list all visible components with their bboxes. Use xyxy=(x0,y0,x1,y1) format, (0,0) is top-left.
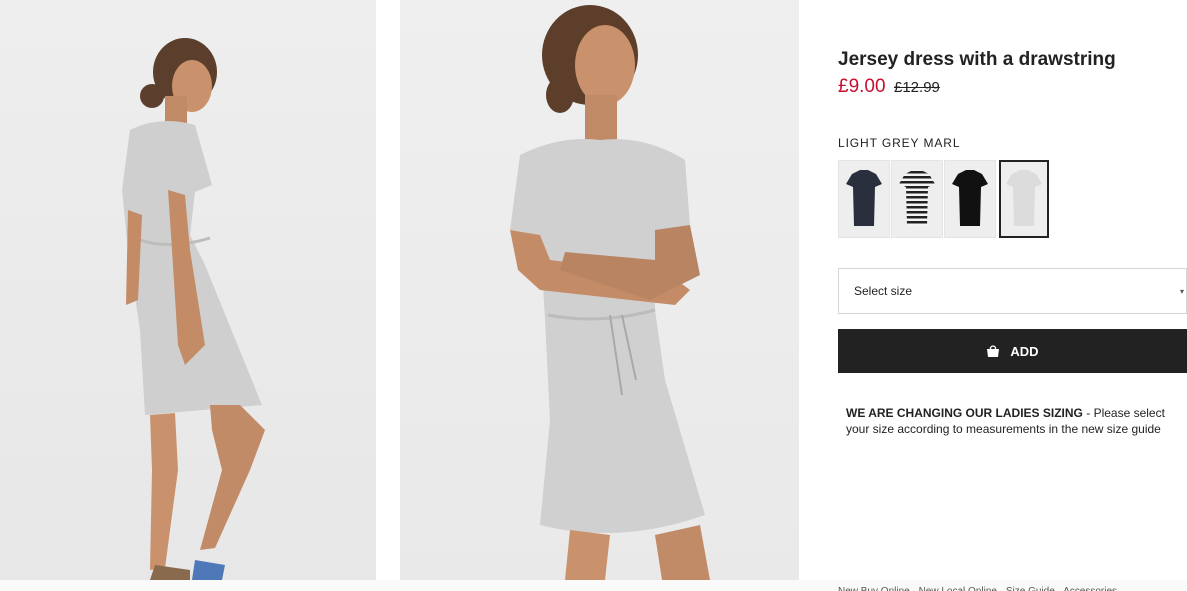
front-model-illustration xyxy=(510,5,710,580)
size-select-label: Select size xyxy=(854,284,913,298)
black-dress-thumbnail xyxy=(952,170,988,226)
swatch-striped[interactable] xyxy=(891,160,943,238)
product-image-back[interactable] xyxy=(0,0,376,580)
shopping-bag-icon xyxy=(987,345,1000,357)
swatch-black[interactable] xyxy=(944,160,996,238)
product-page: Jersey dress with a drawstring £9.00 £12… xyxy=(0,0,1187,591)
chevron-down-icon: ▾ xyxy=(1179,287,1184,296)
navy-dress-thumbnail xyxy=(846,170,882,226)
swatch-navy[interactable] xyxy=(838,160,890,238)
striped-dress-thumbnail xyxy=(899,170,935,226)
footer-links[interactable]: New Buy Online · New Local Online · Size… xyxy=(838,586,1187,591)
price-row: £9.00 £12.99 xyxy=(838,76,940,98)
selected-color-name: LIGHT GREY MARL xyxy=(838,136,961,150)
sale-price: £9.00 xyxy=(838,76,886,97)
color-swatches xyxy=(838,160,1050,238)
product-title: Jersey dress with a drawstring xyxy=(838,49,1116,70)
add-button-label: ADD xyxy=(1010,343,1039,359)
product-image-front[interactable] xyxy=(400,0,799,580)
back-model-illustration xyxy=(122,38,265,580)
add-to-bag-button[interactable]: ADD xyxy=(838,329,1187,373)
original-price: £12.99 xyxy=(894,79,940,96)
sizing-notice-heading: WE ARE CHANGING OUR LADIES SIZING xyxy=(846,406,1083,420)
swatch-light-grey-marl[interactable] xyxy=(999,160,1049,238)
grey-dress-thumbnail xyxy=(1006,170,1042,226)
sizing-notice: WE ARE CHANGING OUR LADIES SIZING - Plea… xyxy=(846,405,1186,437)
size-select[interactable]: Select size ▾ xyxy=(838,268,1187,314)
